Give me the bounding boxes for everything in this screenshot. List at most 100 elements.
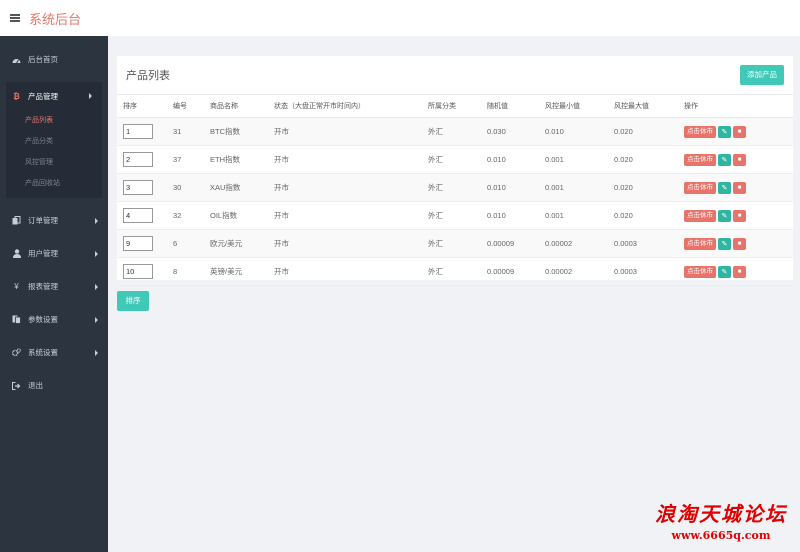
panel-header: 产品列表 添加产品 (117, 56, 793, 94)
category-cell: 外汇 (428, 145, 487, 174)
sort-order-input[interactable] (123, 236, 153, 251)
action-cell: 点击休市 ✎ ■ (684, 173, 793, 202)
sidebar-item-logout[interactable]: 退出 (0, 369, 108, 402)
sidebar-item-label: 报表管理 (28, 282, 58, 291)
table-body: 31BTC指数开市外汇0.0300.0100.020点击休市✎■37ETH指数开… (117, 117, 793, 286)
watermark: 浪淘天城论坛 www.6665q.com (646, 498, 796, 542)
sidebar-item-orders[interactable]: 订单管理 (0, 204, 108, 237)
sidebar-item-system[interactable]: 系统设置 (0, 336, 108, 369)
trash-icon: ■ (737, 128, 742, 135)
close-market-button[interactable]: 点击休市 (684, 265, 716, 278)
sidebar-item-reports[interactable]: ¥ 报表管理 (0, 270, 108, 303)
sidebar-subitem-product-category[interactable]: 产品分类 (6, 131, 102, 152)
id-cell: 8 (173, 257, 210, 286)
id-cell: 31 (173, 117, 210, 146)
status-cell: 开市 (274, 145, 428, 174)
name-cell: 英镑/美元 (210, 257, 274, 286)
id-cell: 37 (173, 145, 210, 174)
sort-order-input[interactable] (123, 208, 153, 223)
close-market-button[interactable]: 点击休市 (684, 237, 716, 250)
trash-icon: ■ (737, 268, 742, 275)
delete-button[interactable]: ■ (733, 181, 746, 194)
cogs-icon (12, 348, 21, 357)
edit-button[interactable]: ✎ (718, 153, 731, 166)
chevron-right-icon (95, 217, 98, 224)
risk-min-cell: 0.010 (545, 117, 614, 146)
status-cell: 开市 (274, 229, 428, 258)
column-header: 编号 (173, 94, 210, 118)
name-cell: ETH指数 (210, 145, 274, 174)
risk-max-cell: 0.020 (614, 173, 684, 202)
sidebar-item-users[interactable]: 用户管理 (0, 237, 108, 270)
sort-cell (117, 201, 173, 230)
sidebar-subitem-product-list[interactable]: 产品列表 (6, 110, 102, 131)
edit-button[interactable]: ✎ (718, 125, 731, 138)
name-cell: 欧元/美元 (210, 229, 274, 258)
table-row: 8英镑/美元开市外汇0.000090.000020.0003点击休市 ✎ ■ (117, 257, 793, 286)
delete-button[interactable]: ■ (733, 209, 746, 222)
close-market-button[interactable]: 点击休市 (684, 181, 716, 194)
category-cell: 外汇 (428, 229, 487, 258)
column-header: 风控最小值 (545, 94, 614, 118)
risk-min-cell: 0.00002 (545, 257, 614, 286)
chevron-right-icon (95, 250, 98, 257)
risk-max-cell: 0.020 (614, 145, 684, 174)
delete-button[interactable]: ■ (733, 265, 746, 278)
sidebar-group-products: ₿ 产品管理 产品列表 产品分类 风控管理 产品回收站 (6, 82, 102, 198)
table-row: 6欧元/美元开市外汇0.000090.000020.0003点击休市 ✎ ■ (117, 229, 793, 258)
action-cell: 点击休市 ✎ ■ (684, 201, 793, 230)
action-cell: 点击休市 ✎ ■ (684, 257, 793, 286)
sort-cell (117, 145, 173, 174)
sidebar: 后台首页 ₿ 产品管理 产品列表 产品分类 风控管理 产品回收站 订单管理 用户… (0, 36, 108, 552)
edit-button[interactable]: ✎ (718, 237, 731, 250)
action-cell: 点击休市 ✎ ■ (684, 145, 793, 174)
add-product-button[interactable]: 添加产品 (740, 65, 784, 85)
sort-button[interactable]: 排序 (117, 291, 149, 311)
close-market-button[interactable]: 点击休市 (684, 209, 716, 222)
delete-button[interactable]: ■ (733, 125, 746, 138)
table-row: 31BTC指数开市外汇0.0300.0100.020点击休市 ✎ ■ (117, 117, 793, 146)
risk-max-cell: 0.0003 (614, 229, 684, 258)
risk-min-cell: 0.001 (545, 173, 614, 202)
edit-button[interactable]: ✎ (718, 181, 731, 194)
sidebar-item-products[interactable]: ₿ 产品管理 (6, 82, 102, 110)
menu-toggle-icon[interactable] (10, 14, 20, 22)
delete-button[interactable]: ■ (733, 153, 746, 166)
product-table: 排序 编号 商品名称 状态（大盘正常开市时间内） 所属分类 随机值 风控最小值 … (117, 94, 793, 286)
column-header: 风控最大值 (614, 94, 684, 118)
id-cell: 6 (173, 229, 210, 258)
risk-min-cell: 0.001 (545, 201, 614, 230)
sort-order-input[interactable] (123, 180, 153, 195)
pencil-icon: ✎ (721, 156, 728, 164)
column-header: 状态（大盘正常开市时间内） (274, 94, 428, 118)
category-cell: 外汇 (428, 117, 487, 146)
close-market-button[interactable]: 点击休市 (684, 125, 716, 138)
yen-icon: ¥ (14, 282, 19, 291)
sign-out-icon (12, 381, 21, 390)
edit-button[interactable]: ✎ (718, 265, 731, 278)
close-market-button[interactable]: 点击休市 (684, 153, 716, 166)
sidebar-subitem-risk-control[interactable]: 风控管理 (6, 152, 102, 173)
trash-icon: ■ (737, 212, 742, 219)
sort-order-input[interactable] (123, 264, 153, 279)
column-header: 排序 (117, 94, 173, 118)
pencil-icon: ✎ (721, 240, 728, 248)
category-cell: 外汇 (428, 257, 487, 286)
sidebar-subitem-recycle-bin[interactable]: 产品回收站 (6, 173, 102, 194)
status-cell: 开市 (274, 173, 428, 202)
risk-max-cell: 0.0003 (614, 257, 684, 286)
random-value-cell: 0.030 (487, 117, 545, 146)
sidebar-item-params[interactable]: 参数设置 (0, 303, 108, 336)
pencil-icon: ✎ (721, 212, 728, 220)
sort-cell (117, 257, 173, 286)
sort-order-input[interactable] (123, 152, 153, 167)
category-cell: 外汇 (428, 201, 487, 230)
edit-button[interactable]: ✎ (718, 209, 731, 222)
delete-button[interactable]: ■ (733, 237, 746, 250)
sidebar-item-home[interactable]: 后台首页 (0, 43, 108, 76)
app-title: 系统后台 (29, 11, 82, 27)
sort-cell (117, 173, 173, 202)
trash-icon: ■ (737, 184, 742, 191)
user-icon (12, 249, 21, 258)
sort-order-input[interactable] (123, 124, 153, 139)
